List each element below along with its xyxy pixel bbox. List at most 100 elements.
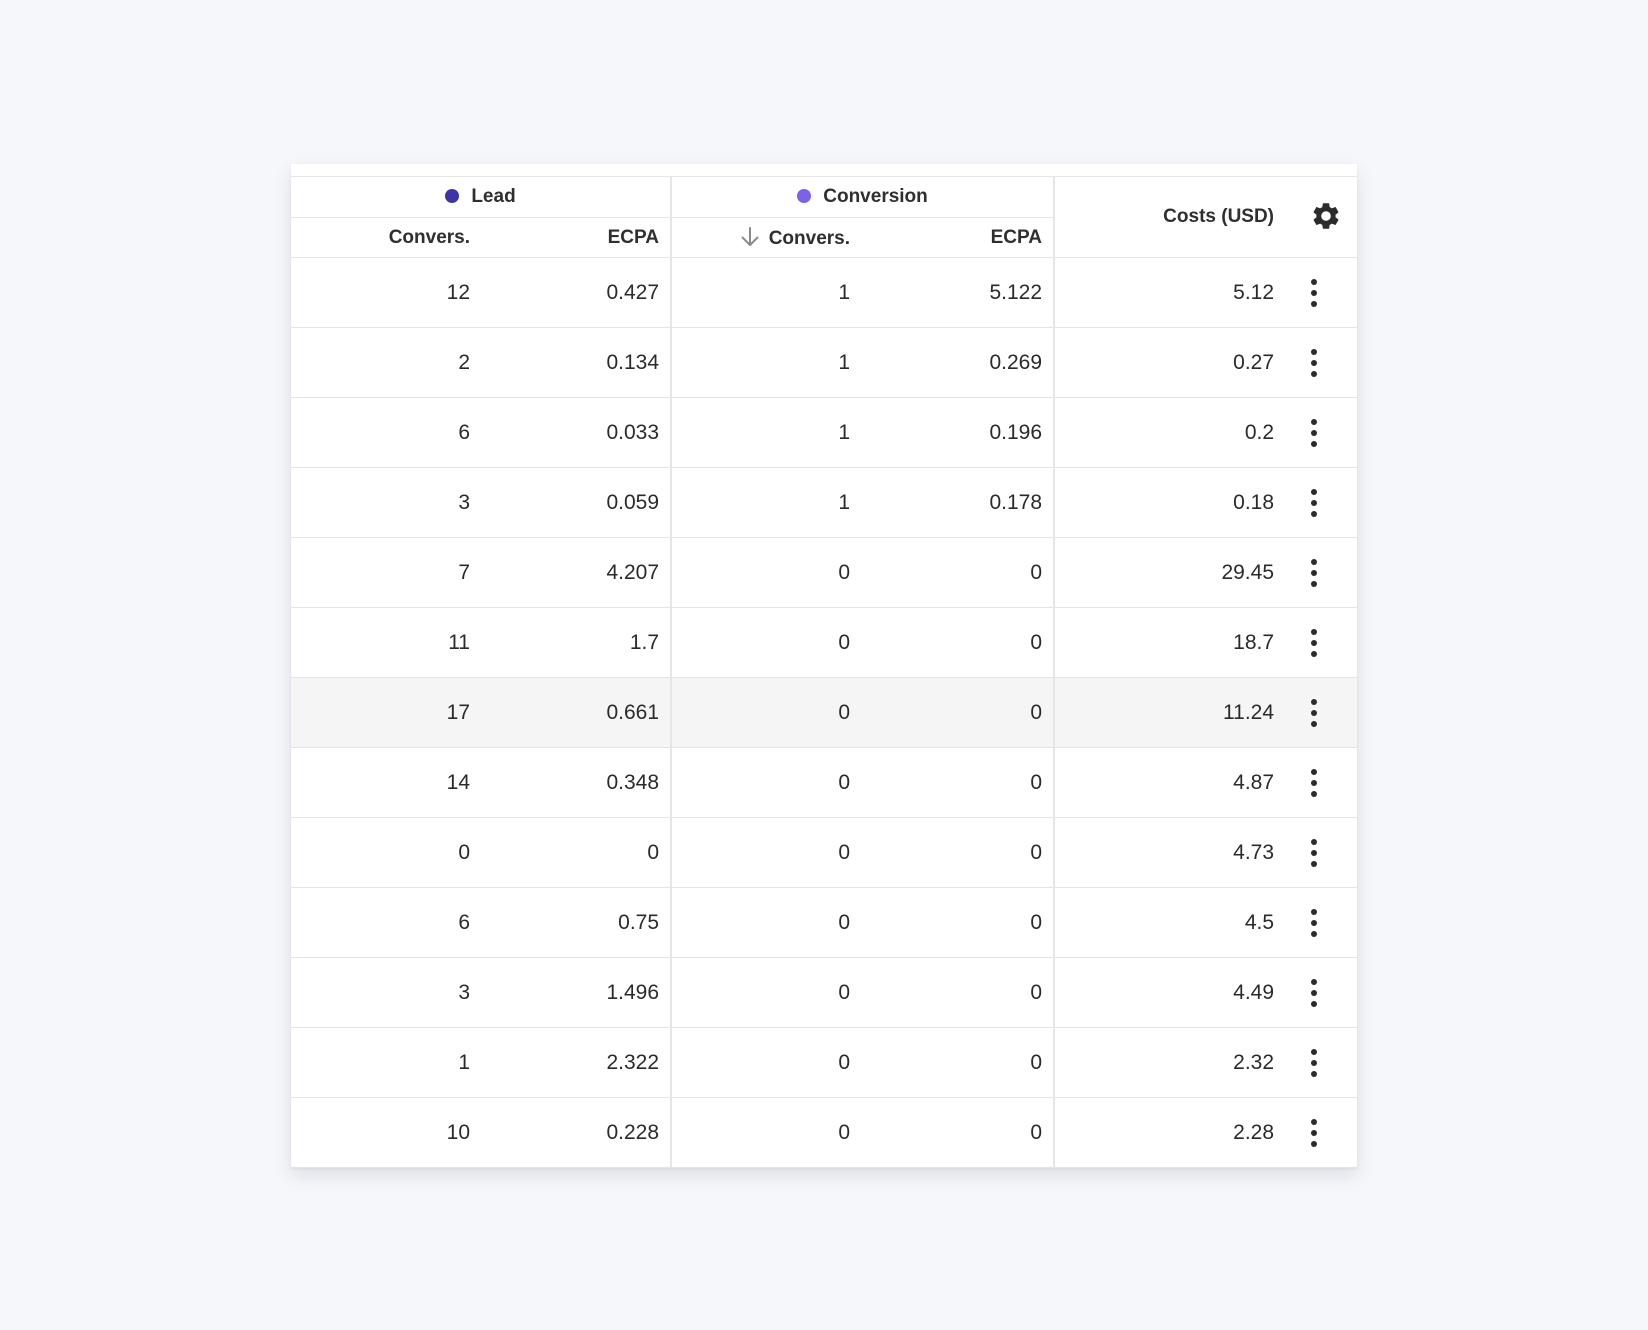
row-menu-cell	[1285, 747, 1358, 818]
more-vertical-icon[interactable]	[1308, 1048, 1320, 1078]
more-vertical-icon[interactable]	[1308, 348, 1320, 378]
cell-lead-convers: 11	[291, 607, 481, 678]
cell-conversion-ecpa: 0.178	[861, 467, 1055, 538]
more-vertical-icon[interactable]	[1308, 978, 1320, 1008]
cell-costs: 4.73	[1053, 817, 1286, 888]
cell-costs: 29.45	[1053, 537, 1286, 608]
cell-conversion-ecpa: 0	[861, 607, 1055, 678]
lead-color-dot	[445, 189, 460, 203]
row-menu-cell	[1285, 1027, 1358, 1098]
row-menu-cell	[1285, 817, 1358, 888]
cell-conversion-convers: 0	[670, 677, 862, 748]
more-vertical-icon[interactable]	[1308, 558, 1320, 588]
cell-conversion-ecpa: 0.269	[861, 327, 1055, 398]
lead-ecpa-header-label: ECPA	[607, 226, 660, 248]
cell-lead-convers: 14	[291, 747, 481, 818]
cell-costs: 11.24	[1053, 677, 1286, 748]
row-menu-cell	[1285, 677, 1358, 748]
row-menu-cell	[1285, 397, 1358, 468]
cell-costs: 2.28	[1053, 1097, 1286, 1168]
cell-costs: 2.32	[1053, 1027, 1286, 1098]
table-row[interactable]: 3 0.059 1 0.178 0.18	[291, 467, 1358, 538]
cell-conversion-convers: 0	[670, 1097, 862, 1168]
table-row[interactable]: 0 0 0 0 4.73	[291, 817, 1358, 888]
row-menu-cell	[1285, 607, 1358, 678]
column-header-conversion-convers[interactable]: Convers.	[670, 217, 862, 258]
table-row[interactable]: 6 0.75 0 0 4.5	[291, 887, 1358, 958]
cell-lead-ecpa: 0	[481, 817, 672, 888]
cell-conversion-ecpa: 0	[861, 537, 1055, 608]
table-row[interactable]: 17 0.661 0 0 11.24	[291, 677, 1358, 748]
column-header-conversion-ecpa[interactable]: ECPA	[861, 217, 1055, 258]
cell-lead-ecpa: 0.661	[481, 677, 672, 748]
cell-costs: 0.18	[1053, 467, 1286, 538]
group-header-conversion: Conversion	[670, 177, 1055, 218]
cell-lead-convers: 10	[291, 1097, 481, 1168]
cell-conversion-convers: 0	[670, 747, 862, 818]
table-row[interactable]: 11 1.7 0 0 18.7	[291, 607, 1358, 678]
cell-conversion-convers: 1	[670, 397, 862, 468]
costs-header-label: Costs (USD)	[1163, 206, 1275, 227]
table-row[interactable]: 12 0.427 1 5.122 5.12	[291, 257, 1358, 328]
cell-lead-convers: 17	[291, 677, 481, 748]
cell-lead-ecpa: 1.7	[481, 607, 672, 678]
cell-conversion-convers: 0	[670, 1027, 862, 1098]
cell-conversion-convers: 0	[670, 537, 862, 608]
cell-conversion-ecpa: 0	[861, 817, 1055, 888]
cell-conversion-convers: 1	[670, 467, 862, 538]
row-menu-cell	[1285, 1097, 1358, 1168]
cell-lead-ecpa: 4.207	[481, 537, 672, 608]
cell-conversion-ecpa: 0.196	[861, 397, 1055, 468]
group-header-lead: Lead	[291, 177, 672, 218]
table-row[interactable]: 6 0.033 1 0.196 0.2	[291, 397, 1358, 468]
column-header-costs[interactable]: Costs (USD)	[1053, 177, 1286, 258]
cell-costs: 5.12	[1053, 257, 1286, 328]
cell-lead-convers: 1	[291, 1027, 481, 1098]
table-row[interactable]: 14 0.348 0 0 4.87	[291, 747, 1358, 818]
cell-costs: 18.7	[1053, 607, 1286, 678]
table-row[interactable]: 1 2.322 0 0 2.32	[291, 1027, 1358, 1098]
cell-lead-ecpa: 0.033	[481, 397, 672, 468]
more-vertical-icon[interactable]	[1308, 838, 1320, 868]
cell-conversion-ecpa: 0	[861, 1097, 1055, 1168]
column-header-lead-ecpa[interactable]: ECPA	[481, 217, 672, 258]
more-vertical-icon[interactable]	[1308, 278, 1320, 308]
cell-lead-ecpa: 1.496	[481, 957, 672, 1028]
row-menu-cell	[1285, 957, 1358, 1028]
cell-costs: 0.27	[1053, 327, 1286, 398]
table-row[interactable]: 2 0.134 1 0.269 0.27	[291, 327, 1358, 398]
cell-conversion-ecpa: 0	[861, 957, 1055, 1028]
more-vertical-icon[interactable]	[1308, 698, 1320, 728]
table-top-strip	[291, 164, 1357, 177]
cell-conversion-ecpa: 0	[861, 747, 1055, 818]
cell-conversion-convers: 0	[670, 607, 862, 678]
cell-costs: 4.49	[1053, 957, 1286, 1028]
more-vertical-icon[interactable]	[1308, 908, 1320, 938]
metrics-table: Lead Conversion Costs (USD) Convers. ECP…	[291, 177, 1358, 1168]
gear-icon[interactable]	[1310, 200, 1342, 232]
table-body: 12 0.427 1 5.122 5.12 2 0.134 1 0.269 0.27 6 0.033 1…	[291, 257, 1358, 1168]
header-group-row: Lead Conversion Costs (USD)	[291, 177, 1358, 258]
more-vertical-icon[interactable]	[1308, 418, 1320, 448]
table-row[interactable]: 10 0.228 0 0 2.28	[291, 1097, 1358, 1168]
more-vertical-icon[interactable]	[1308, 488, 1320, 518]
table-row[interactable]: 3 1.496 0 0 4.49	[291, 957, 1358, 1028]
cell-conversion-ecpa: 5.122	[861, 257, 1055, 328]
cell-conversion-convers: 0	[670, 957, 862, 1028]
more-vertical-icon[interactable]	[1308, 768, 1320, 798]
cell-conversion-ecpa: 0	[861, 677, 1055, 748]
cell-lead-ecpa: 0.427	[481, 257, 672, 328]
cell-lead-convers: 3	[291, 957, 481, 1028]
column-header-lead-convers[interactable]: Convers.	[291, 217, 481, 258]
row-menu-cell	[1285, 467, 1358, 538]
cell-lead-ecpa: 0.134	[481, 327, 672, 398]
more-vertical-icon[interactable]	[1308, 1118, 1320, 1148]
cell-lead-ecpa: 0.75	[481, 887, 672, 958]
more-vertical-icon[interactable]	[1308, 628, 1320, 658]
group-label-conversion: Conversion	[823, 186, 928, 207]
row-menu-cell	[1285, 887, 1358, 958]
cell-lead-convers: 3	[291, 467, 481, 538]
cell-conversion-convers: 0	[670, 817, 862, 888]
cell-conversion-ecpa: 0	[861, 887, 1055, 958]
table-row[interactable]: 7 4.207 0 0 29.45	[291, 537, 1358, 608]
